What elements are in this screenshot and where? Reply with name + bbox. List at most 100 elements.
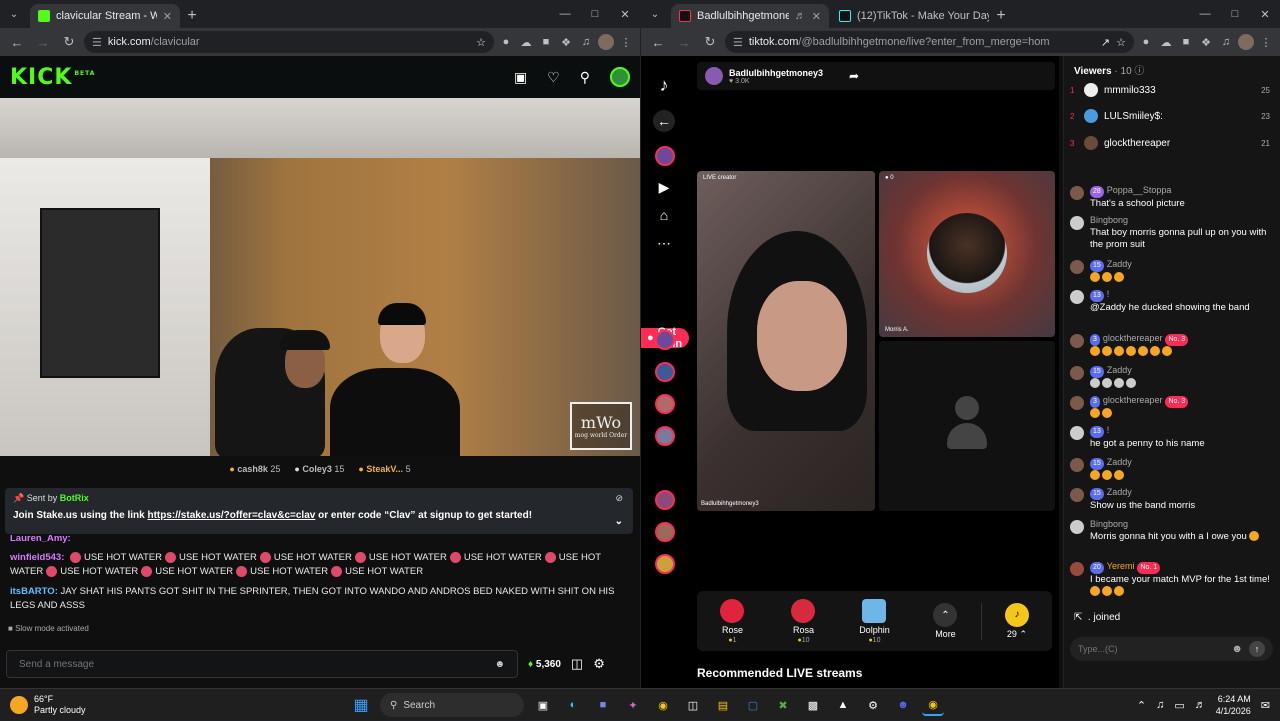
emote-picker-icon[interactable]: ☻ bbox=[494, 659, 505, 670]
minimize-icon[interactable]: — bbox=[550, 0, 580, 28]
tab-search-icon[interactable]: ⌄ bbox=[0, 0, 28, 28]
empty-guest-slot[interactable] bbox=[879, 341, 1055, 511]
coin-balance[interactable]: ♪ 29 ⌃ bbox=[980, 602, 1052, 640]
pinned-bot-name[interactable]: BotRix bbox=[60, 493, 89, 503]
epic-games-icon[interactable]: ▲ bbox=[832, 694, 854, 716]
kick-logo[interactable]: KICK BETA bbox=[10, 65, 95, 90]
tab-tiktok-live[interactable]: Badlulbihhgetmoney3 (@b ♬ ✕ bbox=[671, 4, 829, 28]
close-window-icon[interactable]: ✕ bbox=[1250, 0, 1280, 28]
live-creator-avatar[interactable] bbox=[655, 554, 675, 574]
start-windows-icon[interactable]: ▦ bbox=[350, 694, 372, 716]
gift-rose[interactable]: Rose ●1 bbox=[697, 598, 768, 644]
maximize-icon[interactable]: □ bbox=[580, 0, 610, 28]
bookmark-star-icon[interactable]: ☆ bbox=[1116, 36, 1126, 49]
media-control-icon[interactable]: ♫ bbox=[578, 34, 594, 50]
open-in-window-icon[interactable]: ↗ bbox=[1101, 36, 1110, 49]
tab-tiktok-home[interactable]: (12)TikTok - Make Your Day ✕ bbox=[831, 4, 989, 28]
extensions-puzzle-icon[interactable]: ❖ bbox=[558, 34, 574, 50]
profile-avatar[interactable] bbox=[598, 34, 614, 50]
search-icon[interactable]: ⚲ bbox=[580, 69, 590, 86]
back-icon[interactable]: ← bbox=[6, 31, 28, 53]
profile-avatar[interactable] bbox=[1238, 34, 1254, 50]
tab-audio-icon[interactable]: ♬ bbox=[795, 10, 806, 22]
reload-icon[interactable]: ↻ bbox=[699, 31, 721, 53]
top-viewer[interactable]: 3 glockthereaper 21 bbox=[1070, 133, 1270, 153]
send-arrow-icon[interactable]: ↑ bbox=[1249, 641, 1265, 657]
store-icon[interactable]: ◫ bbox=[682, 694, 704, 716]
stream-video[interactable]: mWo mog world Order bbox=[0, 98, 640, 456]
back-icon[interactable]: ← bbox=[647, 31, 669, 53]
task-view-icon[interactable]: ▣ bbox=[532, 694, 554, 716]
taskbar-search[interactable]: ⚲ Search bbox=[380, 693, 524, 717]
live-creator-avatar[interactable] bbox=[655, 522, 675, 542]
pinned-link[interactable]: https://stake.us/?offer=clav&c=clav bbox=[147, 510, 315, 521]
chat-username[interactable]: itsBARTO: bbox=[10, 586, 58, 597]
browse-icon[interactable]: ▣ bbox=[514, 69, 527, 86]
unpin-icon[interactable]: ⊘ bbox=[615, 493, 623, 504]
more-gifts-button[interactable]: ⌃ More bbox=[910, 603, 981, 639]
new-tab-button[interactable]: + bbox=[180, 4, 204, 28]
host-name[interactable]: Badlulbihhgetmoney3 bbox=[729, 68, 823, 78]
extension-icon[interactable]: ☁ bbox=[518, 34, 534, 50]
user-avatar[interactable] bbox=[610, 67, 630, 87]
forward-icon[interactable]: → bbox=[32, 31, 54, 53]
close-window-icon[interactable]: ✕ bbox=[610, 0, 640, 28]
home-icon[interactable]: ⌂ bbox=[653, 204, 675, 226]
maximize-icon[interactable]: □ bbox=[1220, 0, 1250, 28]
close-tab-icon[interactable]: ✕ bbox=[812, 10, 821, 23]
comment-input-field[interactable] bbox=[1078, 644, 1226, 654]
site-info-icon[interactable]: ☰ bbox=[733, 36, 743, 49]
microphone-icon[interactable]: ♫ bbox=[1156, 699, 1164, 711]
following-heart-icon[interactable]: ♡ bbox=[547, 69, 560, 86]
emoji-icon[interactable]: ☻ bbox=[1231, 643, 1243, 655]
live-creator-avatar[interactable] bbox=[655, 362, 675, 382]
volume-icon[interactable]: ♬ bbox=[1195, 699, 1206, 711]
chat-input[interactable]: ☻ bbox=[6, 650, 518, 678]
host-avatar[interactable] bbox=[705, 67, 723, 85]
extension-icon[interactable]: ☁ bbox=[1158, 34, 1174, 50]
reload-icon[interactable]: ↻ bbox=[58, 31, 80, 53]
live-creator-avatar[interactable] bbox=[655, 330, 675, 350]
chat-input-field[interactable] bbox=[19, 658, 495, 670]
copilot-icon[interactable]: ✦ bbox=[622, 694, 644, 716]
close-tab-icon[interactable]: ✕ bbox=[163, 10, 172, 23]
tipper-item[interactable]: ● Coley3 15 bbox=[294, 464, 344, 474]
tab-search-icon[interactable]: ⌄ bbox=[641, 0, 669, 28]
chat-username[interactable]: winfield543: bbox=[10, 552, 64, 563]
app-icon[interactable]: ▢ bbox=[742, 694, 764, 716]
weather-widget[interactable]: 66°F Partly cloudy bbox=[0, 694, 200, 716]
bookmark-star-icon[interactable]: ☆ bbox=[476, 36, 486, 49]
edge-icon[interactable]: ◐ bbox=[562, 694, 584, 716]
comment-input[interactable]: ☻ ↑ bbox=[1070, 637, 1273, 661]
discord-icon[interactable]: ☻ bbox=[892, 694, 914, 716]
display-icon[interactable]: ▭ bbox=[1174, 699, 1184, 712]
teams-icon[interactable]: ■ bbox=[592, 694, 614, 716]
app-icon[interactable]: ▩ bbox=[802, 694, 824, 716]
back-arrow-icon[interactable]: ← bbox=[653, 110, 675, 132]
live-video-icon[interactable]: ▶ bbox=[653, 176, 675, 198]
gift-icon[interactable]: ◫ bbox=[571, 656, 583, 672]
expand-chevron-icon[interactable]: ⌄ bbox=[615, 516, 623, 527]
chrome-active-icon[interactable]: ◉ bbox=[922, 694, 944, 716]
minimize-icon[interactable]: — bbox=[1190, 0, 1220, 28]
tipper-item[interactable]: ● cash8k 25 bbox=[229, 464, 280, 474]
gift-dolphin[interactable]: Dolphin ●10 bbox=[839, 598, 910, 644]
top-viewer[interactable]: 1 mmmilo333 25 bbox=[1070, 80, 1270, 100]
xbox-icon[interactable]: ✖ bbox=[772, 694, 794, 716]
tiktok-logo-icon[interactable]: ♪ bbox=[653, 74, 675, 96]
url-field[interactable]: ☰ tiktok.com/@badlulbihhgetmone/live?ent… bbox=[725, 31, 1134, 53]
extension-icon[interactable]: ■ bbox=[1178, 34, 1194, 50]
live-creator-avatar[interactable] bbox=[655, 426, 675, 446]
tab-kick[interactable]: clavicular Stream - Watch Live o ✕ bbox=[30, 4, 180, 28]
settings-gear-icon[interactable]: ⚙ bbox=[593, 656, 605, 672]
new-tab-button[interactable]: + bbox=[989, 4, 1013, 28]
share-icon[interactable]: ➦ bbox=[849, 69, 859, 83]
site-info-icon[interactable]: ☰ bbox=[92, 36, 102, 49]
clock[interactable]: 6:24 AM 4/1/2026 bbox=[1216, 693, 1251, 717]
top-viewer[interactable]: 2 LULSmiiley$: 23 bbox=[1070, 106, 1270, 126]
media-control-icon[interactable]: ♫ bbox=[1218, 34, 1234, 50]
more-dots-icon[interactable]: ⋯ bbox=[653, 232, 675, 254]
extension-icon[interactable]: ● bbox=[498, 34, 514, 50]
tipper-item[interactable]: ● SteakV... 5 bbox=[358, 464, 410, 474]
browser-menu-icon[interactable]: ⋮ bbox=[1258, 34, 1274, 50]
